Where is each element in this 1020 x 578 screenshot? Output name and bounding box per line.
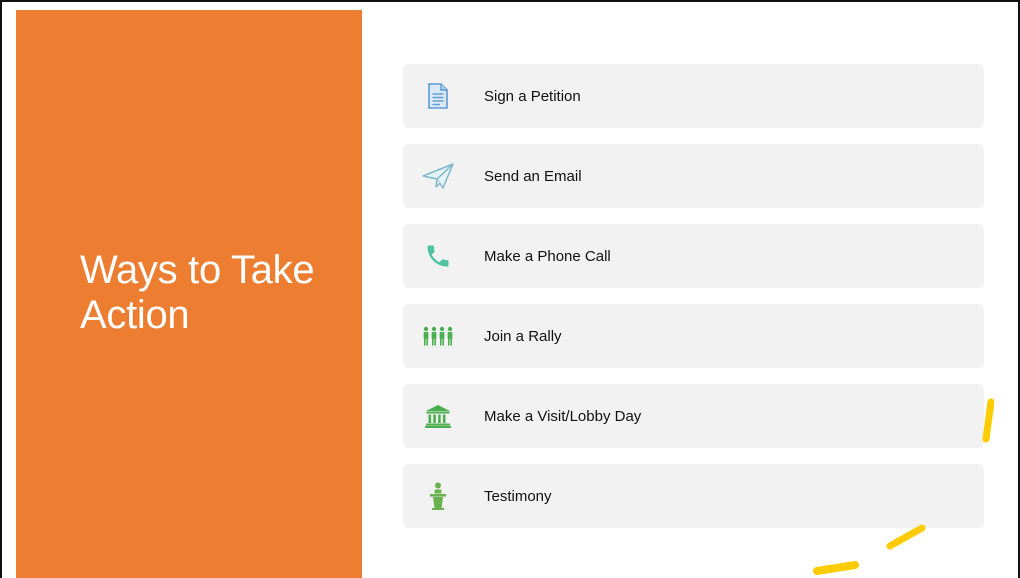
people-group-icon: [418, 316, 458, 356]
phone-icon: [418, 236, 458, 276]
action-item-testimony[interactable]: Testimony: [403, 464, 984, 528]
action-label-phone-call: Make a Phone Call: [484, 247, 611, 265]
action-list: Sign a Petition Send an Email Make a Pho…: [403, 64, 984, 528]
action-item-join-rally[interactable]: Join a Rally: [403, 304, 984, 368]
action-label-join-rally: Join a Rally: [484, 327, 562, 345]
action-label-send-email: Send an Email: [484, 167, 582, 185]
action-item-sign-petition[interactable]: Sign a Petition: [403, 64, 984, 128]
slide-title: Ways to Take Action: [80, 248, 315, 337]
action-item-phone-call[interactable]: Make a Phone Call: [403, 224, 984, 288]
action-label-testimony: Testimony: [484, 487, 552, 505]
action-label-sign-petition: Sign a Petition: [484, 87, 581, 105]
government-building-icon: [418, 396, 458, 436]
paper-plane-icon: [418, 156, 458, 196]
action-label-lobby-day: Make a Visit/Lobby Day: [484, 407, 642, 425]
action-item-lobby-day[interactable]: Make a Visit/Lobby Day: [403, 384, 984, 448]
podium-speaker-icon: [418, 476, 458, 516]
title-panel: Ways to Take Action: [16, 10, 362, 578]
document-icon: [418, 76, 458, 116]
slide: Ways to Take Action Sign a Petition Send…: [0, 0, 1020, 578]
action-item-send-email[interactable]: Send an Email: [403, 144, 984, 208]
